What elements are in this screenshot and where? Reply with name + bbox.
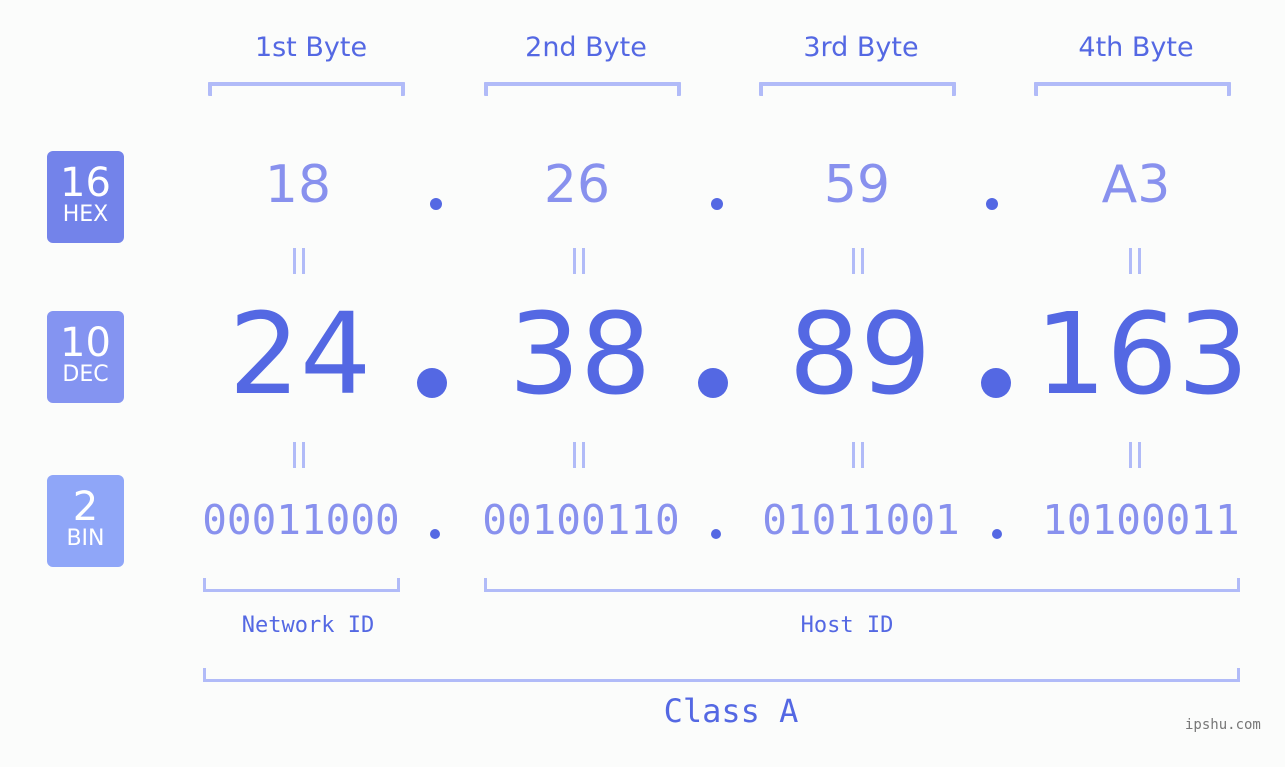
equals-icon (1127, 442, 1143, 468)
dec-value-4: 163 (1035, 290, 1249, 420)
dec-separator-dot (698, 368, 728, 398)
hex-badge-base: 16 (60, 160, 111, 206)
byte-bracket-4 (1034, 82, 1231, 96)
dec-value-3: 89 (788, 290, 932, 420)
bin-badge: 2 BIN (47, 475, 124, 567)
class-bracket (203, 668, 1240, 682)
hex-badge: 16 HEX (47, 151, 124, 243)
host-id-bracket (484, 578, 1240, 592)
bin-separator-dot (992, 529, 1002, 539)
network-id-bracket (203, 578, 400, 592)
byte-bracket-2 (484, 82, 681, 96)
byte-bracket-1 (208, 82, 405, 96)
dec-badge-base: 10 (60, 320, 111, 366)
bin-badge-label: BIN (66, 526, 105, 551)
hex-separator-dot (986, 198, 998, 210)
byte-bracket-3 (759, 82, 956, 96)
hex-value-1: 18 (264, 155, 332, 215)
bin-separator-dot (430, 529, 440, 539)
equals-icon (571, 248, 587, 274)
byte-label-2: 2nd Byte (525, 32, 647, 63)
bin-badge-base: 2 (72, 484, 99, 530)
dec-value-2: 38 (508, 290, 652, 420)
dec-separator-dot (417, 368, 447, 398)
class-label: Class A (663, 692, 799, 730)
equals-icon (850, 442, 866, 468)
byte-label-3: 3rd Byte (803, 32, 919, 63)
equals-icon (571, 442, 587, 468)
host-id-label: Host ID (800, 613, 894, 638)
dec-badge-label: DEC (62, 362, 109, 387)
equals-icon (850, 248, 866, 274)
bin-value-4: 10100011 (1042, 496, 1240, 544)
equals-icon (1127, 248, 1143, 274)
hex-value-2: 26 (543, 155, 611, 215)
bin-value-2: 00100110 (482, 496, 680, 544)
byte-label-1: 1st Byte (254, 32, 368, 63)
dec-separator-dot (981, 368, 1011, 398)
hex-badge-label: HEX (62, 202, 109, 227)
dec-badge: 10 DEC (47, 311, 124, 403)
hex-separator-dot (430, 198, 442, 210)
hex-separator-dot (711, 198, 723, 210)
watermark: ipshu.com (1185, 717, 1261, 733)
bin-value-3: 01011001 (762, 496, 960, 544)
hex-value-4: A3 (1101, 155, 1171, 215)
bin-value-1: 00011000 (202, 496, 400, 544)
network-id-label: Network ID (241, 613, 375, 638)
hex-value-3: 59 (823, 155, 891, 215)
dec-value-1: 24 (228, 290, 372, 420)
equals-icon (291, 442, 307, 468)
bin-separator-dot (711, 529, 721, 539)
equals-icon (291, 248, 307, 274)
byte-label-4: 4th Byte (1078, 32, 1194, 63)
